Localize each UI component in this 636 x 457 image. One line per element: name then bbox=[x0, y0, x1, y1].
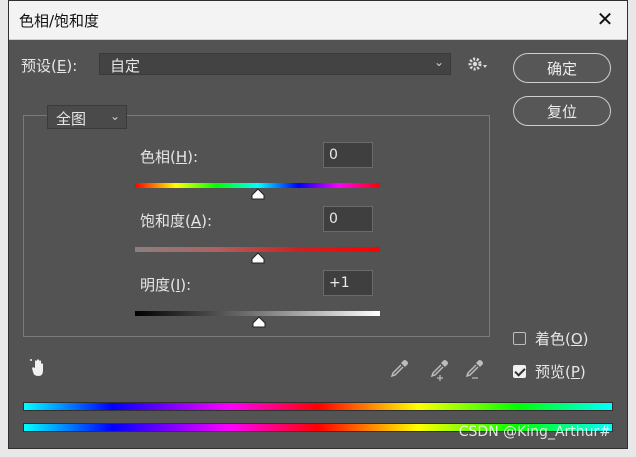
scope-dropdown[interactable]: 全图 ⌄ bbox=[47, 105, 127, 129]
colorize-label: 着色(O) bbox=[535, 330, 589, 348]
lightness-label: 明度(I): bbox=[140, 276, 192, 294]
preview-label: 预览(P) bbox=[535, 363, 586, 381]
dialog-title: 色相/饱和度 bbox=[19, 12, 100, 30]
scope-value: 全图 bbox=[56, 110, 87, 128]
colorize-checkbox[interactable] bbox=[513, 332, 526, 345]
ok-button[interactable]: 确定 bbox=[513, 53, 611, 83]
gear-icon[interactable] bbox=[467, 55, 489, 75]
chevron-down-icon: ⌄ bbox=[433, 55, 444, 69]
eyedropper-plus-icon[interactable] bbox=[429, 357, 453, 385]
hue-saturation-dialog: 色相/饱和度 ✕ 预设(E): 自定 ⌄ 确定 复位 全图 ⌄ 色相(H): 0… bbox=[8, 0, 628, 449]
preset-value: 自定 bbox=[110, 57, 141, 75]
adjustment-panel bbox=[23, 115, 490, 337]
eyedropper-minus-icon[interactable] bbox=[464, 357, 488, 385]
close-icon[interactable]: ✕ bbox=[593, 7, 617, 31]
saturation-input[interactable]: 0 bbox=[323, 206, 373, 232]
watermark-text: CSDN @King_Arthur# bbox=[458, 424, 611, 440]
eyedropper-icon[interactable] bbox=[389, 357, 411, 383]
hand-adjust-icon[interactable] bbox=[29, 357, 51, 383]
hue-label: 色相(H): bbox=[140, 148, 199, 166]
reset-button[interactable]: 复位 bbox=[513, 96, 611, 126]
preset-dropdown[interactable]: 自定 ⌄ bbox=[99, 53, 451, 75]
hue-input[interactable]: 0 bbox=[323, 142, 373, 168]
input-color-bar bbox=[23, 402, 613, 411]
lightness-input[interactable]: +1 bbox=[323, 270, 373, 296]
saturation-label: 饱和度(A): bbox=[140, 212, 213, 230]
preset-label: 预设(E): bbox=[21, 57, 78, 75]
title-bar: 色相/饱和度 ✕ bbox=[9, 1, 627, 40]
chevron-down-icon: ⌄ bbox=[109, 109, 120, 123]
preview-checkbox[interactable] bbox=[513, 365, 526, 378]
